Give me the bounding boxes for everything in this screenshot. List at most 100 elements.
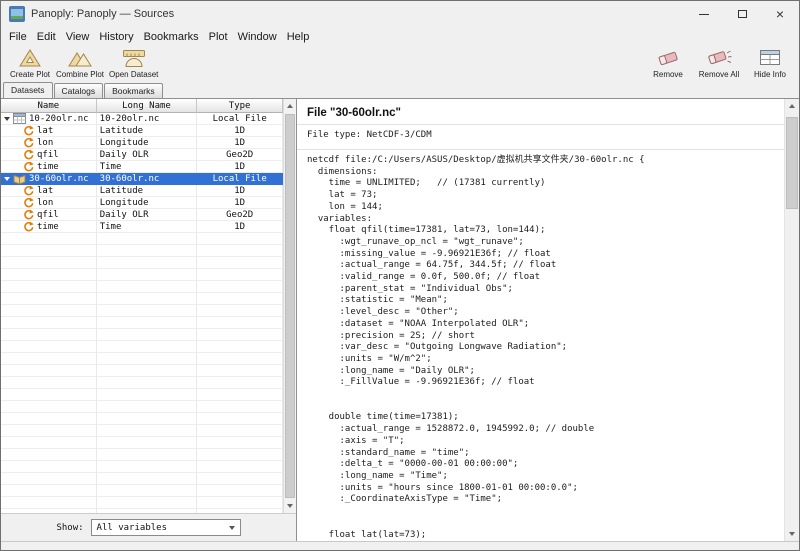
- empty-cell: [1, 497, 97, 509]
- remove-all-button[interactable]: Remove All: [698, 47, 740, 79]
- empty-cell: [197, 401, 283, 413]
- empty-grid-row: [1, 485, 283, 497]
- tree-cell-name: lon: [1, 197, 97, 209]
- empty-cell: [1, 269, 97, 281]
- menu-window[interactable]: Window: [233, 31, 282, 43]
- toolbar-button-label: Remove: [653, 70, 683, 79]
- tree-cell-name: qfil: [1, 149, 97, 161]
- create-plot-button[interactable]: Create Plot: [9, 47, 51, 79]
- scroll-up-icon[interactable]: [785, 99, 799, 113]
- empty-cell: [97, 233, 198, 245]
- empty-cell: [1, 473, 97, 485]
- empty-cell: [1, 341, 97, 353]
- name-text: lat: [37, 126, 53, 136]
- menu-history[interactable]: History: [94, 31, 138, 43]
- tree-cell-name: lat: [1, 125, 97, 137]
- empty-grid-row: [1, 461, 283, 473]
- empty-cell: [1, 329, 97, 341]
- empty-cell: [97, 389, 198, 401]
- column-header-name[interactable]: Name: [1, 99, 97, 113]
- empty-cell: [197, 437, 283, 449]
- hide-info-button[interactable]: Hide Info: [749, 47, 791, 79]
- menu-bookmarks[interactable]: Bookmarks: [139, 31, 204, 43]
- empty-cell: [97, 461, 198, 473]
- toolbar-left-group: Create PlotCombine PlotOpen Dataset: [9, 47, 158, 79]
- tab-datasets[interactable]: Datasets: [3, 82, 53, 98]
- empty-grid-row: [1, 377, 283, 389]
- scroll-up-icon[interactable]: [284, 99, 296, 113]
- empty-cell: [1, 245, 97, 257]
- empty-cell: [97, 473, 198, 485]
- tree-row-30-60olr-nc-dataset[interactable]: 30-60olr.nc30-60olr.ncLocal File: [1, 173, 283, 185]
- menu-edit[interactable]: Edit: [32, 31, 61, 43]
- empty-cell: [1, 437, 97, 449]
- scroll-down-icon[interactable]: [284, 499, 296, 513]
- tree-cell-type: 1D: [197, 161, 283, 173]
- menu-file[interactable]: File: [4, 31, 32, 43]
- tree-cell-long-name: Longitude: [97, 197, 198, 209]
- tab-catalogs[interactable]: Catalogs: [54, 83, 104, 98]
- tree-scrollbar[interactable]: [283, 99, 296, 513]
- column-header-type[interactable]: Type: [197, 99, 283, 113]
- empty-cell: [197, 293, 283, 305]
- empty-grid-row: [1, 497, 283, 509]
- info-scrollbar[interactable]: [784, 99, 799, 541]
- name-text: 10-20olr.nc: [29, 114, 89, 124]
- empty-cell: [197, 449, 283, 461]
- menu-help[interactable]: Help: [282, 31, 315, 43]
- tree-cell-type: 1D: [197, 185, 283, 197]
- tree-row-qfil[interactable]: qfilDaily OLRGeo2D: [1, 209, 283, 221]
- show-filter-row: Show: All variables: [1, 513, 296, 541]
- tree-row-time[interactable]: timeTime1D: [1, 161, 283, 173]
- tree-row-time[interactable]: timeTime1D: [1, 221, 283, 233]
- menu-view[interactable]: View: [61, 31, 95, 43]
- menu-plot[interactable]: Plot: [204, 31, 233, 43]
- tree-row-qfil[interactable]: qfilDaily OLRGeo2D: [1, 149, 283, 161]
- empty-grid-row: [1, 473, 283, 485]
- netcdf-header-text: netcdf file:/C:/Users/ASUS/Desktop/虚拟机共享…: [307, 155, 778, 541]
- variable-icon: [23, 209, 34, 220]
- variable-icon: [23, 221, 34, 232]
- tree-row-lat[interactable]: latLatitude1D: [1, 125, 283, 137]
- dataset-icon: [13, 113, 26, 124]
- dataset-icon: [13, 173, 26, 184]
- scroll-down-icon[interactable]: [785, 527, 799, 541]
- empty-cell: [97, 437, 198, 449]
- tree-row-lon[interactable]: lonLongitude1D: [1, 197, 283, 209]
- empty-cell: [197, 341, 283, 353]
- column-header-long-name[interactable]: Long Name: [97, 99, 198, 113]
- empty-cell: [197, 329, 283, 341]
- empty-cell: [197, 245, 283, 257]
- title-bar: Panoply: Panoply — Sources ×: [1, 1, 799, 27]
- remove-button[interactable]: Remove: [647, 47, 689, 79]
- empty-cell: [97, 269, 198, 281]
- empty-cell: [97, 413, 198, 425]
- empty-cell: [97, 317, 198, 329]
- empty-cell: [1, 461, 97, 473]
- chevron-down-icon: [229, 526, 235, 530]
- tree-cell-long-name: 10-20olr.nc: [97, 113, 198, 125]
- minimize-button[interactable]: [685, 1, 723, 27]
- remove-all-icon: [706, 47, 732, 69]
- tab-bookmarks[interactable]: Bookmarks: [104, 83, 163, 98]
- empty-cell: [97, 497, 198, 509]
- name-text: qfil: [37, 210, 59, 220]
- info-scrollbar-thumb[interactable]: [786, 117, 798, 209]
- maximize-button[interactable]: [723, 1, 761, 27]
- panoply-app-icon: [9, 6, 25, 22]
- tree-row-lon[interactable]: lonLongitude1D: [1, 137, 283, 149]
- tree-row-lat[interactable]: latLatitude1D: [1, 185, 283, 197]
- empty-cell: [1, 281, 97, 293]
- open-dataset-button[interactable]: Open Dataset: [109, 47, 158, 79]
- tree-scrollbar-thumb[interactable]: [285, 114, 295, 498]
- show-variables-dropdown[interactable]: All variables: [91, 519, 241, 536]
- info-file-type: File type: NetCDF-3/CDM: [307, 125, 778, 144]
- expand-collapse-icon[interactable]: [4, 117, 10, 121]
- tree-cell-type: Geo2D: [197, 149, 283, 161]
- combine-plot-button[interactable]: Combine Plot: [56, 47, 104, 79]
- expand-collapse-icon[interactable]: [4, 177, 10, 181]
- empty-grid-row: [1, 293, 283, 305]
- name-text: time: [37, 162, 59, 172]
- tree-row-10-20olr-nc-dataset[interactable]: 10-20olr.nc10-20olr.ncLocal File: [1, 113, 283, 125]
- close-button[interactable]: ×: [761, 1, 799, 27]
